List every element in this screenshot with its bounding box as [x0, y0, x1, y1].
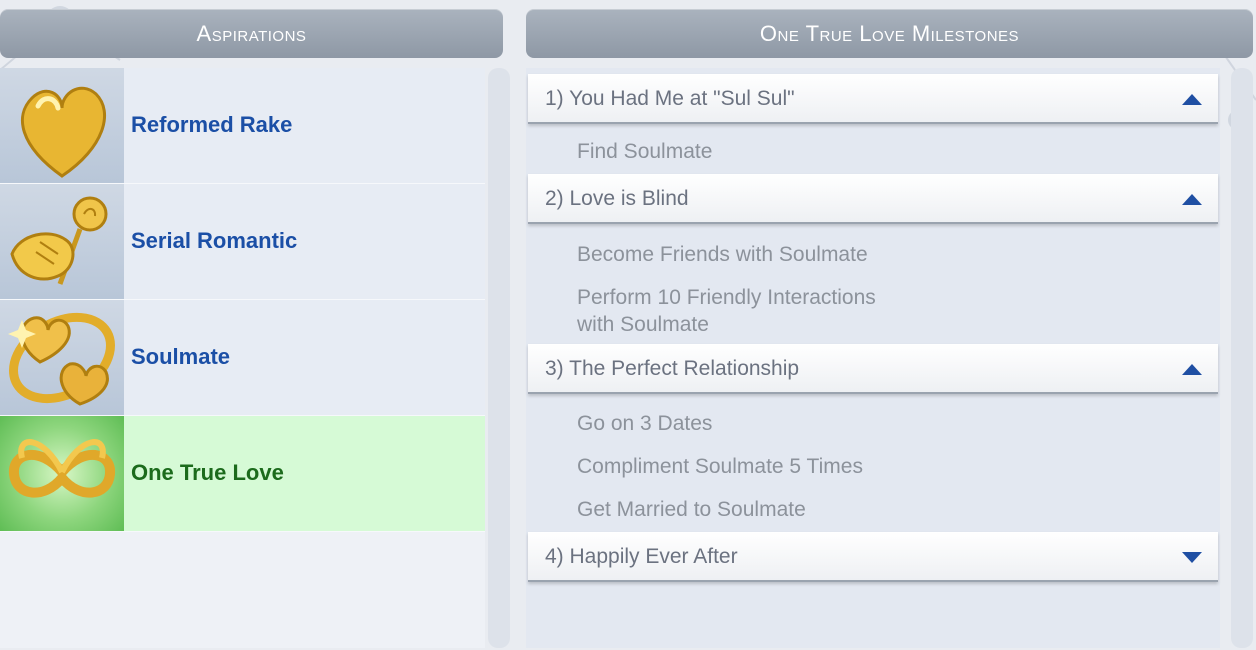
milestone-title: 1) You Had Me at "Sul Sul": [545, 87, 795, 110]
milestone-title: 2) Love is Blind: [545, 187, 689, 210]
aspiration-label: Serial Romantic: [131, 228, 298, 253]
milestone-title: 3) The Perfect Relationship: [545, 357, 800, 380]
chevron-up-icon: [1182, 364, 1202, 375]
chevron-up-icon: [1182, 194, 1202, 205]
chevron-down-icon: [1182, 552, 1202, 563]
aspirations-header-label: Aspirations: [196, 20, 307, 46]
aspiration-item-serial-romantic[interactable]: Serial Romantic: [0, 184, 485, 300]
milestone-scrollbar[interactable]: [1231, 68, 1253, 648]
aspirations-header: Aspirations: [0, 9, 503, 58]
entwined-hearts-icon: [0, 300, 124, 415]
golden-heart-icon: [0, 68, 124, 183]
milestone-goal: Get Married to Soulmate: [577, 498, 806, 521]
aspiration-label: Soulmate: [131, 344, 231, 369]
aspiration-list: Reformed Rake Serial Romantic Soulmate O…: [0, 68, 485, 648]
milestone-title: 4) Happily Ever After: [545, 545, 738, 568]
milestones-header-label: One True Love Milestones: [759, 20, 1020, 46]
milestone-goal: Find Soulmate: [577, 140, 713, 163]
milestone-goal: Compliment Soulmate 5 Times: [577, 455, 863, 478]
aspiration-scrollbar[interactable]: [488, 68, 510, 648]
milestone-header-3[interactable]: 3) The Perfect Relationship: [528, 344, 1218, 394]
infinity-heart-icon: [0, 416, 124, 531]
hand-holding-rose-icon: [0, 184, 124, 299]
milestone-goal: Become Friends with Soulmate: [577, 243, 868, 266]
aspiration-item-reformed-rake[interactable]: Reformed Rake: [0, 68, 485, 184]
milestone-list: 1) You Had Me at "Sul Sul" Find Soulmate…: [526, 68, 1220, 648]
aspiration-label: One True Love: [131, 460, 284, 485]
milestone-header-2[interactable]: 2) Love is Blind: [528, 174, 1218, 224]
milestone-goal: Perform 10 Friendly Interactions: [577, 286, 876, 309]
chevron-up-icon: [1182, 94, 1202, 105]
milestone-goal: Go on 3 Dates: [577, 412, 713, 435]
aspiration-label: Reformed Rake: [131, 112, 293, 137]
milestone-goal: with Soulmate: [577, 313, 709, 336]
milestones-header: One True Love Milestones: [526, 9, 1253, 58]
milestone-header-4[interactable]: 4) Happily Ever After: [528, 532, 1218, 582]
aspiration-item-one-true-love[interactable]: One True Love: [0, 416, 485, 532]
aspiration-item-soulmate[interactable]: Soulmate: [0, 300, 485, 416]
milestone-header-1[interactable]: 1) You Had Me at "Sul Sul": [528, 74, 1218, 124]
